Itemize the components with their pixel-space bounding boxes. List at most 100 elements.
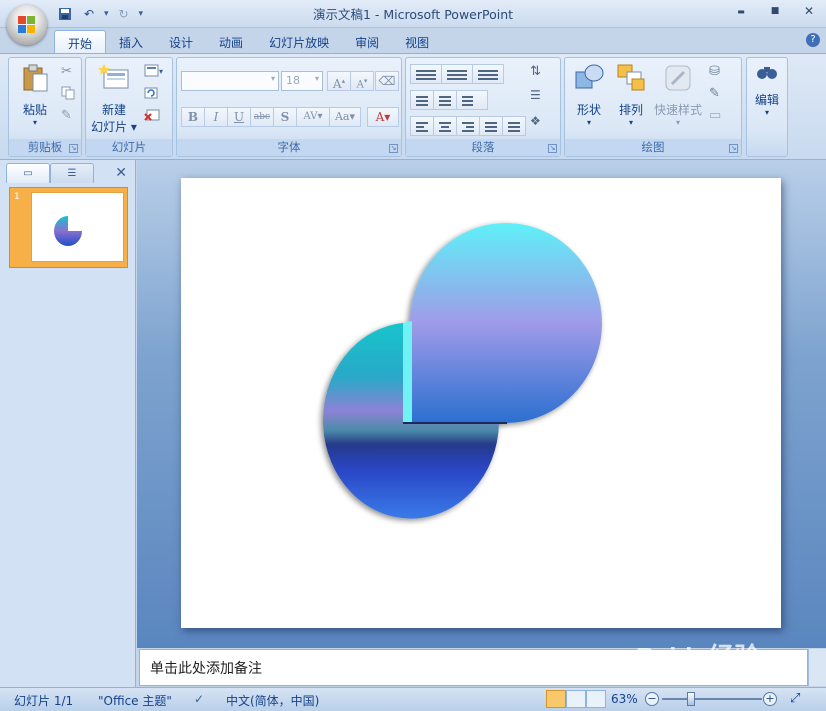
- tab-design[interactable]: 设计: [156, 30, 206, 53]
- shrink-font-icon[interactable]: A▾: [350, 71, 374, 91]
- slides-group-label: 幻灯片: [86, 139, 172, 156]
- new-slide-button[interactable]: 新建 幻灯片 ▾: [88, 62, 140, 135]
- font-name-chevron-down-icon: ▾: [270, 74, 275, 83]
- tab-view[interactable]: 视图: [392, 30, 442, 53]
- minimize-button[interactable]: ▬: [724, 0, 758, 22]
- paragraph-launcher-icon[interactable]: ↘: [548, 144, 557, 153]
- cut-icon[interactable]: ✂: [61, 64, 77, 80]
- tab-insert[interactable]: 插入: [106, 30, 156, 53]
- grow-font-icon[interactable]: A▴: [327, 71, 351, 91]
- zoom-slider-thumb[interactable]: [687, 692, 695, 706]
- align-left-icon[interactable]: [410, 116, 434, 136]
- spell-check-icon[interactable]: ✓: [194, 692, 204, 706]
- layout-icon[interactable]: ▾: [144, 64, 163, 80]
- align-text-icon[interactable]: ☰: [530, 88, 546, 104]
- text-shadow-icon[interactable]: S: [273, 107, 297, 127]
- arrange-dropdown-icon: ▾: [628, 118, 633, 127]
- arrange-icon: [617, 64, 645, 91]
- slides-group: 新建 幻灯片 ▾ ▾ 幻灯片: [85, 57, 173, 157]
- close-button[interactable]: ✕: [792, 0, 826, 22]
- copy-icon[interactable]: [61, 86, 77, 102]
- slides-panel: ▭ ☰ ✕ 1: [0, 160, 136, 687]
- shape-outline-icon[interactable]: ✎: [709, 86, 725, 102]
- italic-icon[interactable]: I: [204, 107, 228, 127]
- language-indicator[interactable]: 中文(简体，中国): [226, 692, 319, 709]
- tab-animations[interactable]: 动画: [206, 30, 256, 53]
- drawing-group: 形状 ▾ 排列 ▾ 快速样式 ▾ ⛁ ✎ ▭ 绘图 ↘: [564, 57, 742, 157]
- slide-canvas[interactable]: [181, 178, 781, 628]
- bold-icon[interactable]: B: [181, 107, 205, 127]
- justify-icon[interactable]: [479, 116, 503, 136]
- find-binoculars-icon: [757, 67, 777, 79]
- align-center-icon[interactable]: [433, 116, 457, 136]
- tab-review[interactable]: 审阅: [342, 30, 392, 53]
- tab-slides-thumbnails[interactable]: ▭: [6, 163, 50, 183]
- tab-home[interactable]: 开始: [54, 30, 107, 53]
- underline-icon[interactable]: U: [227, 107, 251, 127]
- notes-scrollbar[interactable]: [808, 649, 826, 686]
- pie-shape-3d[interactable]: [181, 178, 781, 628]
- shapes-icon: [575, 64, 604, 89]
- paste-label: 粘贴: [22, 103, 47, 117]
- theme-name: "Office 主题": [98, 694, 172, 708]
- quick-styles-button[interactable]: 快速样式 ▾: [651, 62, 705, 127]
- title-bar: ↶ ▾ ↻ ▾ 演示文稿1 - Microsoft PowerPoint ▬ ■…: [0, 0, 826, 28]
- tab-outline[interactable]: ☰: [50, 163, 94, 183]
- editing-button[interactable]: 编辑 ▾: [749, 62, 785, 117]
- zoom-out-icon[interactable]: −: [645, 692, 659, 706]
- zoom-in-icon[interactable]: +: [763, 692, 777, 706]
- decrease-indent-icon[interactable]: [410, 90, 434, 110]
- slide-sorter-view-button[interactable]: [566, 690, 586, 708]
- zoom-slider-track[interactable]: [662, 698, 762, 700]
- distributed-icon[interactable]: [502, 116, 526, 136]
- arrange-button[interactable]: 排列 ▾: [611, 62, 651, 127]
- shapes-button[interactable]: 形状 ▾: [569, 62, 609, 127]
- align-right-icon[interactable]: [456, 116, 480, 136]
- clipboard-group: 粘贴 ▾ ✂ ✎ 剪贴板 ↘: [8, 57, 82, 157]
- reset-slide-icon[interactable]: [144, 86, 160, 102]
- increase-indent-icon[interactable]: [433, 90, 457, 110]
- bullets-icon[interactable]: [410, 64, 442, 84]
- line-spacing-icon[interactable]: [472, 64, 504, 84]
- font-color-icon[interactable]: A▾: [367, 107, 399, 127]
- strikethrough-icon[interactable]: abc: [250, 107, 274, 127]
- fit-to-window-icon[interactable]: ⤢: [790, 691, 800, 706]
- font-name-dropdown[interactable]: ▾: [181, 71, 279, 91]
- help-icon[interactable]: ?: [806, 33, 820, 47]
- office-button[interactable]: [7, 5, 47, 45]
- paragraph-group: ⇅ ☰ ❖ 段落 ↘: [405, 57, 561, 157]
- text-direction-icon[interactable]: ⇅: [530, 64, 546, 80]
- shape-fill-icon[interactable]: ⛁: [709, 64, 725, 80]
- font-size-chevron-down-icon: ▾: [314, 74, 319, 83]
- baidu-watermark: Baidu经验: [636, 642, 761, 672]
- delete-slide-icon[interactable]: [144, 108, 160, 124]
- normal-view-button[interactable]: [546, 690, 566, 708]
- slide-thumbnail-selected[interactable]: 1: [9, 187, 128, 268]
- tab-slideshow[interactable]: 幻灯片放映: [256, 30, 342, 53]
- zoom-level[interactable]: 63%: [611, 692, 638, 706]
- slideshow-view-button[interactable]: [586, 690, 606, 708]
- svg-text:▾: ▾: [159, 67, 163, 76]
- arrange-label: 排列: [618, 103, 643, 117]
- paste-button[interactable]: 粘贴 ▾: [13, 62, 57, 127]
- change-case-icon[interactable]: Aa▾: [329, 107, 361, 127]
- maximize-button[interactable]: ■: [758, 0, 792, 22]
- thumbnail-pie-shape: [54, 216, 82, 246]
- new-slide-label-line1: 新建: [101, 103, 126, 117]
- font-size-value: 18: [286, 74, 300, 87]
- drawing-launcher-icon[interactable]: ↘: [729, 144, 738, 153]
- smartart-icon[interactable]: ❖: [530, 114, 546, 130]
- character-spacing-icon[interactable]: AV▾: [296, 107, 330, 127]
- close-panel-icon[interactable]: ✕: [115, 165, 127, 181]
- shape-effects-icon[interactable]: ▭: [709, 108, 725, 124]
- clear-formatting-icon[interactable]: ⌫: [375, 71, 399, 91]
- format-painter-icon[interactable]: ✎: [61, 108, 77, 124]
- font-size-dropdown[interactable]: 18 ▾: [281, 71, 323, 91]
- font-launcher-icon[interactable]: ↘: [389, 144, 398, 153]
- shapes-dropdown-icon: ▾: [586, 118, 591, 127]
- columns-icon[interactable]: [456, 90, 488, 110]
- slide-thumbnail[interactable]: [31, 192, 124, 262]
- clipboard-launcher-icon[interactable]: ↘: [69, 144, 78, 153]
- editing-dropdown-icon: ▾: [764, 108, 769, 117]
- numbering-icon[interactable]: [441, 64, 473, 84]
